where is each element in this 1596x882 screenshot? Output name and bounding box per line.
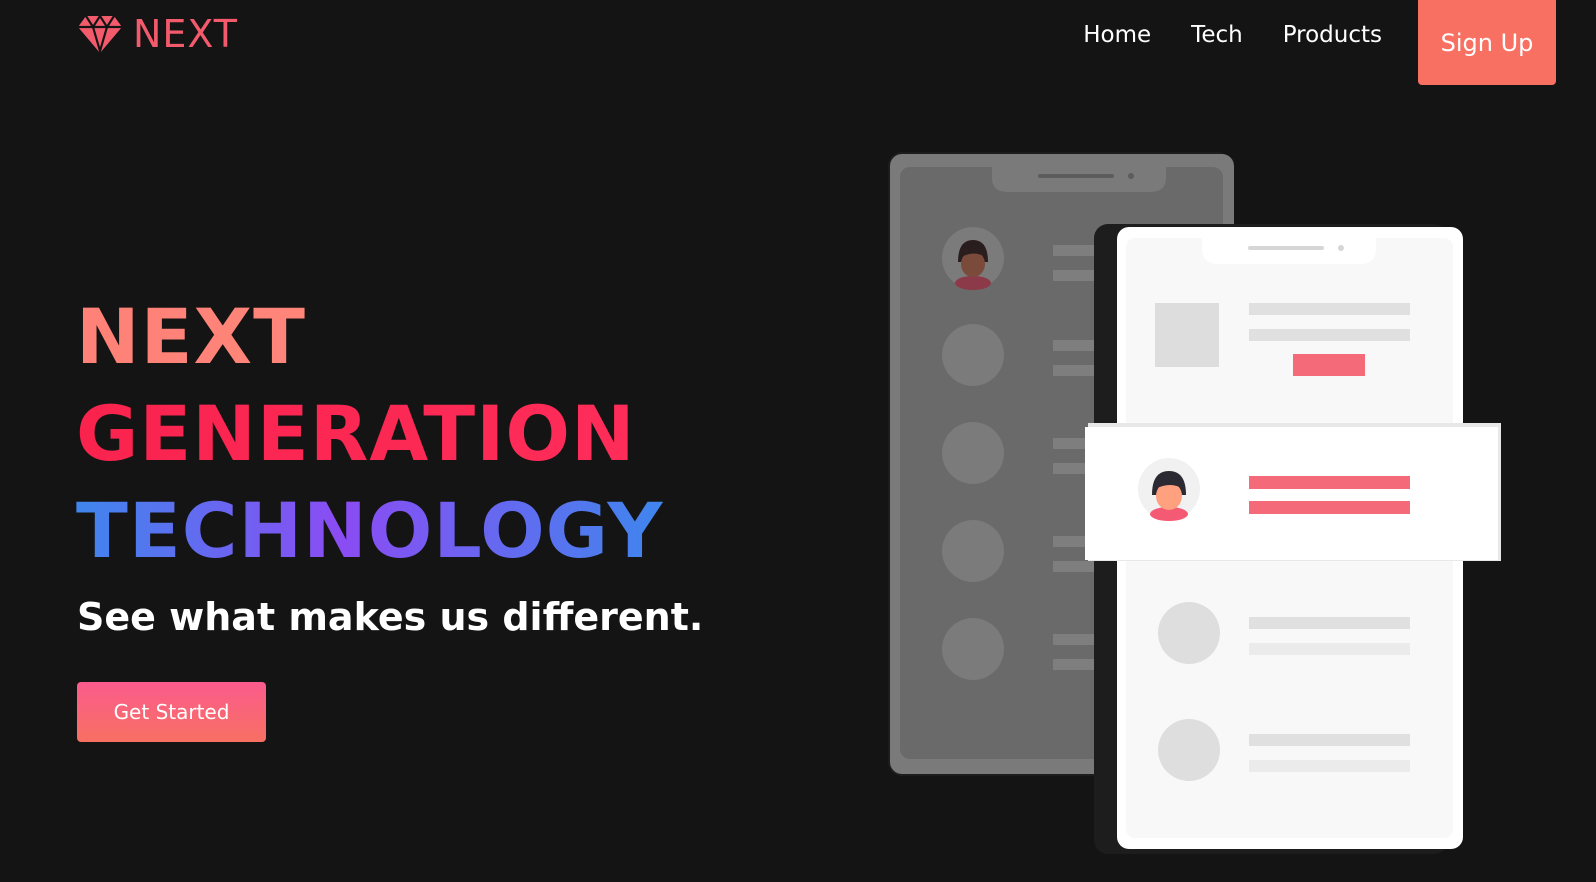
- hero-illustration: [880, 140, 1520, 878]
- phones-illustration: [888, 152, 1501, 854]
- hero-subtitle: See what makes us different.: [77, 595, 704, 639]
- hero-title-line-2: GENERATION: [76, 385, 663, 482]
- sign-up-button[interactable]: Sign Up: [1418, 0, 1556, 85]
- navbar: NEXT Home Tech Products Sign Up: [0, 0, 1596, 90]
- nav-link-tech[interactable]: Tech: [1191, 18, 1243, 52]
- hero-title-line-3: TECHNOLOGY: [76, 482, 663, 579]
- hero-title-line-1: NEXT: [76, 288, 663, 385]
- hero-title: NEXT GENERATION TECHNOLOGY: [76, 288, 663, 579]
- brand-logo[interactable]: NEXT: [77, 14, 238, 54]
- get-started-button[interactable]: Get Started: [77, 682, 266, 742]
- highlight-card: [1085, 423, 1501, 561]
- nav-link-home[interactable]: Home: [1083, 18, 1151, 52]
- diamond-icon: [78, 14, 122, 54]
- nav-link-products[interactable]: Products: [1283, 18, 1382, 52]
- nav-links: Home Tech Products: [1083, 18, 1382, 52]
- brand-name: NEXT: [133, 12, 239, 56]
